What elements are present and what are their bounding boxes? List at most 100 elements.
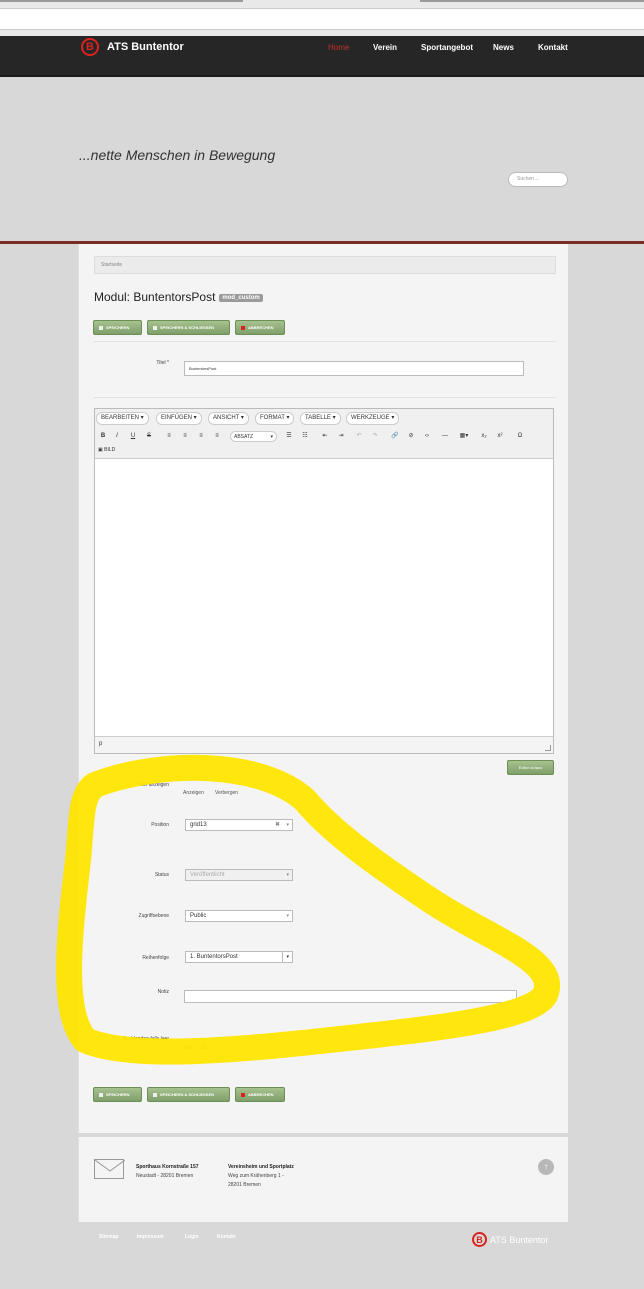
scroll-top-icon[interactable]: ↑ xyxy=(538,1159,554,1175)
order-value: 1. BuntentorsPost xyxy=(190,954,238,960)
save-close-button[interactable]: SPEICHERN & SCHLIESSEN xyxy=(147,320,230,335)
cancel-button[interactable]: ABBRECHEN xyxy=(235,320,285,335)
tab-edge xyxy=(0,0,243,2)
note-input[interactable] xyxy=(184,990,517,1003)
menu-label: WERKZEUGE xyxy=(351,415,390,421)
horizontal-rule-icon[interactable]: — xyxy=(440,431,450,442)
cancel-label: ABBRECHEN xyxy=(248,325,274,330)
code-icon[interactable]: ‹› xyxy=(422,431,432,442)
logo-text: ATS Buntentor xyxy=(107,41,184,53)
divider xyxy=(94,341,556,342)
nav-verein[interactable]: Verein xyxy=(373,43,397,52)
toggle-editor-button[interactable]: Editor an/aus xyxy=(507,760,554,775)
save-label: SPEICHERN xyxy=(106,1092,130,1097)
save-close-label: SPEICHERN & SCHLIESSEN xyxy=(160,1092,215,1097)
align-right-icon[interactable]: ≡ xyxy=(196,431,206,442)
element-path[interactable]: p xyxy=(99,741,102,747)
nav-news[interactable]: News xyxy=(493,43,514,52)
divider xyxy=(94,397,556,398)
subscript-icon[interactable]: x₂ xyxy=(479,431,489,442)
page-title-text: Modul: BuntentorsPost xyxy=(94,290,216,304)
status-label: Status xyxy=(154,872,169,878)
numbered-list-icon[interactable]: ☷ xyxy=(300,431,310,442)
top-toolbar: SPEICHERN SPEICHERN & SCHLIESSEN ABBRECH… xyxy=(93,320,285,335)
top-navigation: B ATS Buntentor Home Verein Sportangebot… xyxy=(0,36,644,77)
check-icon xyxy=(99,325,103,330)
search-input[interactable]: Suchen ... xyxy=(508,172,568,187)
underline-icon[interactable]: U xyxy=(128,431,138,442)
footer-logo[interactable]: B ATS Buntentor xyxy=(472,1232,548,1247)
bold-icon[interactable]: B xyxy=(98,431,108,442)
strikethrough-icon[interactable]: S xyxy=(144,431,154,442)
unlink-icon[interactable]: ⊘ xyxy=(406,431,416,442)
menu-einfuegen[interactable]: EINFÜGEN ▾ xyxy=(156,412,202,425)
menu-label: FORMAT xyxy=(260,415,285,421)
outdent-icon[interactable]: ⇤ xyxy=(320,431,330,442)
bottom-bar: Sitemap Impressum Login Kontakt B ATS Bu… xyxy=(78,1222,568,1252)
hide-empty-label: Ausblenden falls leer xyxy=(122,1036,169,1042)
hide-empty-option-yes[interactable]: Ja xyxy=(202,1045,207,1051)
site-logo[interactable]: B ATS Buntentor xyxy=(81,38,184,56)
footer-address-2-title: Vereinsheim und Sportplatz xyxy=(228,1164,294,1170)
nav-sportangebot[interactable]: Sportangebot xyxy=(421,43,473,52)
footer-link-sitemap[interactable]: Sitemap xyxy=(99,1234,118,1240)
menu-tabelle[interactable]: TABELLE ▾ xyxy=(300,412,341,425)
editor-menubar: BEARBEITEN ▾ EINFÜGEN ▾ ANSICHT ▾ FORMAT… xyxy=(95,409,553,459)
save-label: SPEICHERN xyxy=(106,325,130,330)
menu-label: BEARBEITEN xyxy=(101,415,140,421)
superscript-icon[interactable]: x² xyxy=(495,431,505,442)
bullet-list-icon[interactable]: ☰ xyxy=(284,431,294,442)
position-select[interactable]: grid13 ✖ ▾ xyxy=(185,819,293,831)
nav-kontakt[interactable]: Kontakt xyxy=(538,43,568,52)
footer-address-2: Vereinsheim und Sportplatz Weg zum Krähe… xyxy=(228,1163,294,1190)
main-content: Startseite Modul: BuntentorsPost mod_cust… xyxy=(78,244,568,1133)
footer-link-impressum[interactable]: Impressum xyxy=(137,1234,164,1240)
table-icon[interactable]: ▦▾ xyxy=(456,431,472,442)
title-input[interactable]: BuntentorsPost xyxy=(184,361,524,376)
nav-home[interactable]: Home xyxy=(328,43,349,52)
hide-empty-option-no[interactable]: Nein xyxy=(183,1045,193,1051)
position-value: grid13 xyxy=(190,822,207,828)
footer-address-1: Sporthaus Kornstraße 157 Neustadt - 2820… xyxy=(136,1163,199,1181)
save-button[interactable]: SPEICHERN xyxy=(93,1087,142,1102)
footer-link-login[interactable]: Login xyxy=(185,1234,199,1240)
justify-icon[interactable]: ≡ xyxy=(212,431,222,442)
omega-icon[interactable]: Ω xyxy=(515,431,525,442)
link-icon[interactable]: 🔗 xyxy=(390,431,400,442)
footer-address-1-line: Neustadt - 28201 Bremen xyxy=(136,1173,194,1179)
indent-icon[interactable]: ⇥ xyxy=(336,431,346,442)
check-icon xyxy=(153,1092,157,1097)
undo-icon[interactable]: ↶ xyxy=(354,431,364,442)
cancel-button[interactable]: ABBRECHEN xyxy=(235,1087,285,1102)
redo-icon[interactable]: ↷ xyxy=(370,431,380,442)
clear-icon[interactable]: ✖ xyxy=(275,820,280,830)
image-button-label: BILD xyxy=(104,447,116,453)
resize-handle-icon[interactable] xyxy=(545,745,551,751)
align-center-icon[interactable]: ≡ xyxy=(180,431,190,442)
breadcrumb[interactable]: Startseite xyxy=(94,256,556,274)
show-title-option-show[interactable]: Anzeigen xyxy=(183,790,204,796)
menu-werkzeuge[interactable]: WERKZEUGE ▾ xyxy=(346,412,400,425)
check-icon xyxy=(99,1092,103,1097)
save-button[interactable]: SPEICHERN xyxy=(93,320,142,335)
menu-ansicht[interactable]: ANSICHT ▾ xyxy=(208,412,249,425)
order-select[interactable]: 1. BuntentorsPost ▾ xyxy=(185,951,293,963)
title-label: Titel * xyxy=(156,360,169,366)
menu-format[interactable]: FORMAT ▾ xyxy=(255,412,295,425)
align-left-icon[interactable]: ≡ xyxy=(164,431,174,442)
image-button[interactable]: ▣ BILD xyxy=(98,445,128,456)
tab-edge xyxy=(420,0,644,2)
show-title-option-hide[interactable]: Verbergen xyxy=(215,790,238,796)
italic-icon[interactable]: I xyxy=(112,431,122,442)
status-value: Veröffentlicht xyxy=(190,872,225,878)
menu-bearbeiten[interactable]: BEARBEITEN ▾ xyxy=(96,412,149,425)
access-value: Public xyxy=(190,913,207,919)
menu-label: EINFÜGEN xyxy=(161,415,193,421)
address-bar[interactable] xyxy=(0,8,644,30)
editor-content-area[interactable] xyxy=(95,459,553,736)
footer-link-kontakt[interactable]: Kontakt xyxy=(217,1234,236,1240)
save-close-button[interactable]: SPEICHERN & SCHLIESSEN xyxy=(147,1087,230,1102)
format-select[interactable]: ABSATZ ▾ xyxy=(230,431,277,442)
access-select[interactable]: Public ▾ xyxy=(185,910,293,922)
rich-text-editor: BEARBEITEN ▾ EINFÜGEN ▾ ANSICHT ▾ FORMAT… xyxy=(94,408,554,754)
